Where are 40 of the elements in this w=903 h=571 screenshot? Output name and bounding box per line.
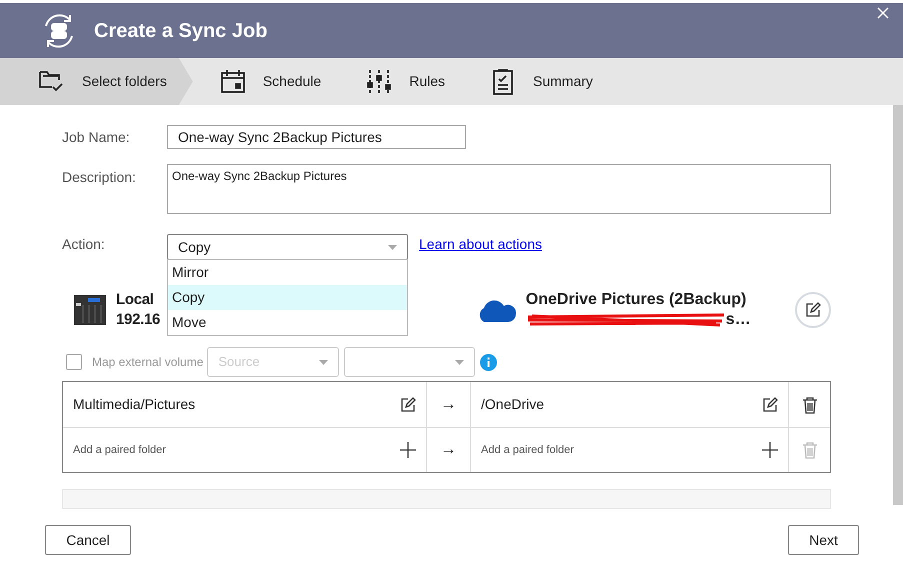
folder-cell[interactable]: Add a paired folder (73, 442, 166, 458)
edit-button[interactable] (795, 292, 831, 328)
folder-cell[interactable]: Add a paired folder (481, 442, 574, 458)
source-name: Local (116, 290, 155, 310)
edit-icon[interactable] (805, 302, 822, 318)
edit-icon[interactable] (762, 396, 778, 412)
checkbox-label: Map external volume (92, 354, 204, 371)
next-button[interactable]: Next (788, 525, 859, 555)
job-name-field[interactable]: One-way Sync 2Backup Pictures (167, 125, 466, 149)
field-label: Job Name: (62, 128, 131, 146)
cancel-button[interactable]: Cancel (45, 525, 131, 555)
sliders-icon (365, 68, 394, 96)
dropdown-option[interactable]: Move (168, 310, 407, 335)
close-button[interactable] (877, 7, 889, 19)
account-text: s… (726, 310, 751, 330)
plus-icon[interactable] (400, 442, 416, 458)
source-address: 192.16 (116, 310, 160, 330)
description-field[interactable]: One-way Sync 2Backup Pictures (167, 164, 831, 214)
calendar-icon (218, 68, 247, 96)
folder-cell-text: Multimedia/Pictures (73, 395, 196, 414)
trash-icon[interactable] (800, 396, 818, 414)
arrow-text: → (440, 394, 456, 414)
arrow-text: → (440, 440, 456, 460)
plus-icon[interactable] (762, 442, 778, 458)
nas-device-icon (74, 295, 106, 325)
step-tab[interactable]: Select folders (0, 58, 193, 105)
destination-name: OneDrive Pictures (2Backup) (526, 290, 748, 310)
edit-icon[interactable] (400, 396, 416, 412)
step-tab[interactable]: Rules (351, 58, 464, 105)
field-label: Description: (62, 168, 137, 187)
learn-link[interactable]: Learn about actions (419, 234, 542, 255)
dropdown-option[interactable]: Mirror (168, 260, 407, 285)
folder-cell-text: /OneDrive (481, 395, 544, 414)
checkbox[interactable] (66, 354, 82, 370)
step-tab[interactable]: Summary (475, 58, 611, 105)
step-tab[interactable]: Schedule (204, 58, 340, 105)
field-label: Action: (62, 235, 106, 254)
dropdown-option[interactable]: Copy (168, 285, 407, 310)
window-title: Create a Sync Job (94, 18, 268, 44)
info-icon[interactable] (480, 354, 498, 370)
